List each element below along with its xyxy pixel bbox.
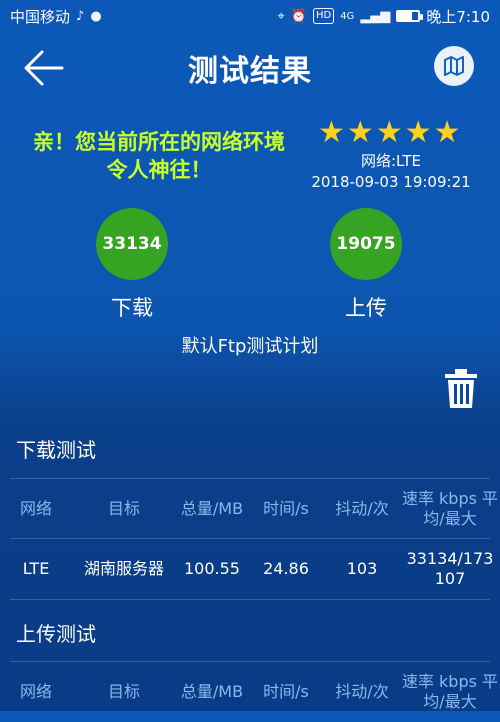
trash-icon [445, 369, 477, 408]
test-timestamp: 2018-09-03 19:09:21 [311, 173, 471, 191]
cell-target: 湖南服务器 [83, 559, 164, 578]
star-icon: ★ [318, 115, 345, 150]
download-test-title: 下载测试 [16, 438, 96, 462]
network-type: 网络:LTE [361, 152, 421, 170]
star-icon: ★ [346, 115, 374, 150]
result-message-line1: 亲！您当前所在的网络环境 [33, 130, 285, 154]
column-header: 网络 [19, 682, 52, 701]
star-icon: ★ [404, 115, 432, 150]
clock-label: 晚上7:10 [426, 7, 490, 26]
table-row[interactable]: LTE 湖南服务器 100.55 24.86 103 33134/173107 [0, 539, 500, 599]
signal-icon: ▂▄▆ [360, 8, 391, 24]
cell-time: 24.86 [263, 559, 309, 578]
cell-speed: 33134/173107 [406, 549, 494, 588]
header: 测试结果 [0, 32, 500, 102]
column-header: 抖动/次 [335, 682, 389, 701]
column-header: 时间/s [263, 499, 309, 518]
upload-table-header: 网络 目标 总量/MB 时间/s 抖动/次 速率 kbps 平均/最大 [0, 662, 500, 722]
download-table-header: 网络 目标 总量/MB 时间/s 抖动/次 速率 kbps 平均/最大 [0, 479, 500, 539]
map-icon [444, 56, 464, 76]
divider [10, 599, 490, 600]
column-header: 速率 kbps 平均/最大 [401, 489, 499, 528]
column-header: 总量/MB [180, 499, 244, 518]
result-message-line2: 令人神往！ [106, 158, 212, 182]
result-message: 亲！您当前所在的网络环境 令人神往！ [14, 128, 304, 184]
map-button[interactable] [434, 46, 474, 86]
upload-label: 上传 [345, 296, 387, 320]
column-header: 总量/MB [180, 682, 244, 701]
page-title: 测试结果 [188, 54, 312, 89]
upload-speed-badge: 19075 [330, 208, 402, 280]
tiktok-icon: ♪ [76, 8, 85, 24]
wechat-icon: ● [90, 8, 102, 24]
carrier-label: 中国移动 [10, 7, 71, 26]
network-type-label: 4G [340, 10, 355, 22]
download-label: 下载 [111, 296, 153, 320]
column-header: 速率 kbps 平均/最大 [401, 672, 499, 711]
rating-stars: ★ ★ ★ ★ ★ [318, 118, 461, 148]
alarm-icon: ⏰ [290, 8, 307, 24]
column-header: 时间/s [263, 682, 309, 701]
hd-icon: HD [312, 8, 335, 24]
column-header: 目标 [107, 682, 140, 701]
cell-total: 100.55 [184, 559, 240, 578]
cell-network: LTE [22, 559, 50, 578]
cell-jitter: 103 [346, 559, 378, 578]
column-header: 网络 [19, 499, 52, 518]
battery-icon [396, 10, 424, 22]
location-icon: ⌖ [277, 8, 285, 24]
star-icon: ★ [375, 115, 403, 150]
column-header: 目标 [107, 499, 140, 518]
delete-button[interactable] [443, 368, 479, 410]
test-plan-name: 默认Ftp测试计划 [181, 336, 319, 357]
column-header: 抖动/次 [335, 499, 389, 518]
status-bar: 中国移动 ♪ ● ⌖ ⏰ HD 4G ▂▄▆ 晚上7:10 [0, 0, 500, 32]
download-speed-badge: 33134 [96, 208, 168, 280]
upload-test-title: 上传测试 [16, 622, 96, 646]
star-icon: ★ [433, 115, 461, 150]
